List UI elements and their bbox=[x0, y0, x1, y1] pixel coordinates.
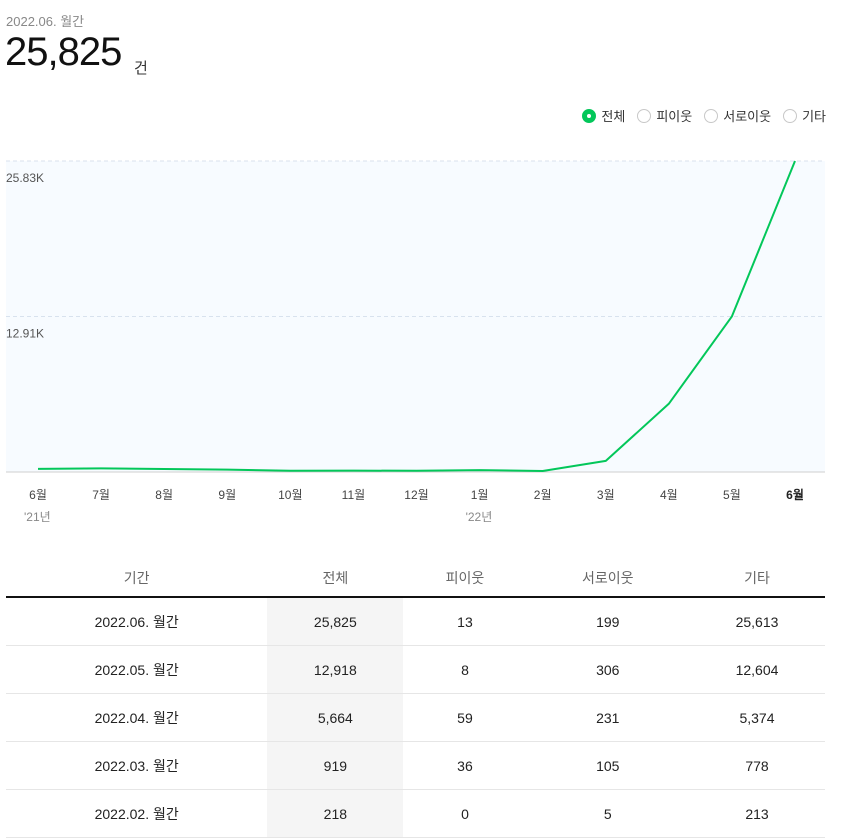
filter-radio-group: 전체 피이웃 서로이웃 기타 bbox=[582, 106, 826, 125]
filter-neighbor[interactable]: 피이웃 bbox=[637, 106, 692, 125]
period-label: 2022.06. 월간 bbox=[6, 14, 85, 29]
cell-mutual: 231 bbox=[526, 693, 689, 742]
total-count: 25,825 bbox=[5, 30, 122, 74]
cell-other: 25,613 bbox=[688, 597, 825, 646]
x-tick-label: 4월 bbox=[660, 488, 678, 502]
table-row: 2022.02. 월간 218 0 5 213 bbox=[6, 789, 825, 838]
cell-period: 2022.02. 월간 bbox=[6, 789, 268, 838]
radio-selected-icon[interactable] bbox=[582, 108, 597, 123]
cell-mutual: 199 bbox=[526, 597, 689, 646]
filter-all[interactable]: 전체 bbox=[582, 106, 625, 125]
x-tick-label: 8월 bbox=[155, 488, 173, 502]
x-tick-label: 6월 bbox=[786, 487, 804, 502]
table-row: 2022.06. 월간 25,825 13 199 25,613 bbox=[6, 597, 825, 646]
cell-mutual: 5 bbox=[526, 789, 689, 838]
cell-other: 12,604 bbox=[688, 645, 825, 694]
cell-mutual: 306 bbox=[526, 645, 689, 694]
year-label: '22년 bbox=[466, 510, 493, 524]
cell-neighbor: 36 bbox=[403, 741, 527, 790]
cell-total: 25,825 bbox=[267, 597, 404, 646]
filter-label: 기타 bbox=[802, 109, 826, 124]
cell-other: 213 bbox=[688, 789, 825, 838]
filter-label: 전체 bbox=[601, 109, 626, 124]
col-header-other: 기타 bbox=[688, 560, 825, 598]
x-tick-label: 1월 bbox=[471, 488, 489, 502]
radio-icon[interactable] bbox=[704, 108, 719, 123]
x-tick-label: 7월 bbox=[92, 488, 110, 502]
table-header-row: 기간 전체 피이웃 서로이웃 기타 bbox=[6, 560, 825, 598]
filter-label: 피이웃 bbox=[656, 109, 693, 124]
col-header-total: 전체 bbox=[267, 560, 404, 598]
y-tick-label: 12.91K bbox=[6, 327, 44, 341]
cell-neighbor: 0 bbox=[403, 789, 527, 838]
table-row: 2022.05. 월간 12,918 8 306 12,604 bbox=[6, 645, 825, 694]
line-chart: 12.91K 25.83K 6월 7월 8월 9월 10월 11월 12월 1월 2월 3월 4월 5월 6… bbox=[6, 160, 825, 524]
cell-total: 919 bbox=[267, 741, 404, 790]
cell-other: 778 bbox=[688, 741, 825, 790]
x-tick-label: 9월 bbox=[218, 488, 236, 502]
filter-mutual-neighbor[interactable]: 서로이웃 bbox=[704, 106, 771, 125]
table-row: 2022.03. 월간 919 36 105 778 bbox=[6, 741, 825, 790]
cell-other: 5,374 bbox=[688, 693, 825, 742]
cell-period: 2022.04. 월간 bbox=[6, 693, 268, 742]
cell-period: 2022.06. 월간 bbox=[6, 597, 268, 646]
col-header-period: 기간 bbox=[6, 560, 268, 598]
x-tick-label: 11월 bbox=[342, 488, 366, 502]
cell-total: 12,918 bbox=[267, 645, 404, 694]
radio-icon[interactable] bbox=[783, 108, 798, 123]
total-unit: 건 bbox=[134, 60, 148, 77]
y-tick-label: 25.83K bbox=[6, 171, 44, 185]
radio-icon[interactable] bbox=[637, 108, 652, 123]
col-header-neighbor: 피이웃 bbox=[403, 560, 527, 598]
cell-mutual: 105 bbox=[526, 741, 689, 790]
x-tick-label: 3월 bbox=[597, 488, 615, 502]
filter-other[interactable]: 기타 bbox=[783, 106, 826, 125]
cell-period: 2022.03. 월간 bbox=[6, 741, 268, 790]
x-tick-label: 5월 bbox=[723, 488, 741, 502]
stats-table: 기간 전체 피이웃 서로이웃 기타 2022.06. 월간 25,825 13 … bbox=[6, 560, 825, 838]
table-row: 2022.04. 월간 5,664 59 231 5,374 bbox=[6, 693, 825, 742]
cell-total: 5,664 bbox=[267, 693, 404, 742]
cell-neighbor: 8 bbox=[403, 645, 527, 694]
x-tick-label: 2월 bbox=[534, 488, 552, 502]
x-tick-label: 12월 bbox=[404, 488, 428, 502]
filter-label: 서로이웃 bbox=[723, 109, 772, 124]
x-tick-label: 6월 bbox=[29, 488, 47, 502]
x-tick-label: 10월 bbox=[278, 488, 302, 502]
year-label: '21년 bbox=[24, 510, 51, 524]
cell-neighbor: 59 bbox=[403, 693, 527, 742]
cell-period: 2022.05. 월간 bbox=[6, 645, 268, 694]
cell-neighbor: 13 bbox=[403, 597, 527, 646]
cell-total: 218 bbox=[267, 789, 404, 838]
col-header-mutual: 서로이웃 bbox=[526, 560, 689, 598]
